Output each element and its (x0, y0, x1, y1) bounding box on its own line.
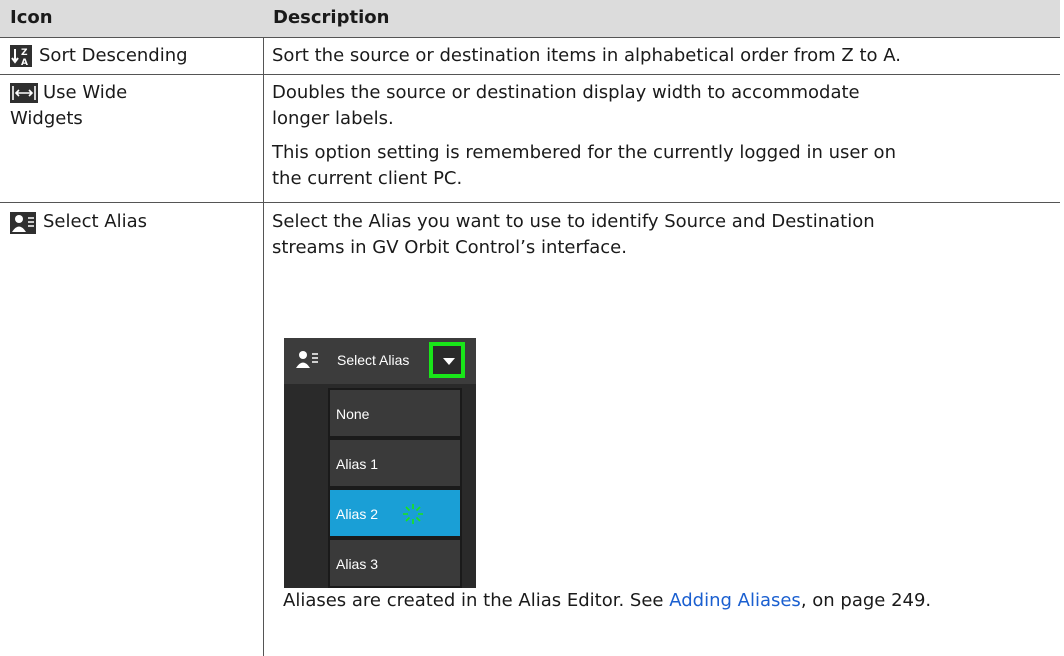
row-divider (0, 202, 1060, 203)
row-divider (0, 74, 1060, 75)
wide-widgets-icon (10, 83, 38, 103)
svg-text:Z: Z (21, 48, 28, 58)
row-description: This option setting is remembered for th… (272, 142, 896, 163)
row-description: the current client PC. (272, 168, 463, 189)
row-description: Select the Alias you want to use to iden… (272, 211, 875, 232)
footer-text: Aliases are created in the Alias Editor.… (283, 590, 670, 611)
row-description: streams in GV Orbit Control’s interface. (272, 237, 627, 258)
dropdown-option[interactable]: Alias 3 (328, 538, 462, 588)
row-footer-note: Aliases are created in the Alias Editor.… (283, 586, 931, 615)
row-description: Doubles the source or destination displa… (272, 82, 860, 103)
select-alias-icon (10, 212, 36, 234)
column-divider (263, 37, 264, 656)
table-header: Icon Description (0, 0, 1060, 37)
select-alias-icon (294, 348, 320, 370)
click-indicator-icon (402, 503, 424, 528)
row-description: Sort the source or destination items in … (272, 45, 901, 66)
chevron-down-icon[interactable] (429, 342, 465, 378)
footer-text: , on page 249. (800, 590, 932, 611)
header-icon: Icon (10, 7, 53, 28)
row-label: Use Wide (43, 82, 128, 103)
dropdown-selected-label: Select Alias (337, 352, 410, 368)
row-label: Widgets (10, 108, 83, 129)
sort-descending-icon: Z A (10, 45, 32, 67)
dropdown-option-active[interactable]: Alias 2 (328, 488, 462, 538)
adding-aliases-link[interactable]: Adding Aliases (669, 590, 801, 611)
row-label: Select Alias (43, 211, 147, 232)
dropdown-toolbar: Select Alias (284, 338, 476, 384)
dropdown-option[interactable]: Alias 1 (328, 438, 462, 488)
row-description: longer labels. (272, 108, 394, 129)
alias-dropdown-figure: Select Alias None Alias 1 Alias 2 Alias … (284, 338, 476, 588)
header-divider (0, 37, 1060, 38)
header-description: Description (273, 7, 390, 28)
dropdown-option[interactable]: None (328, 388, 462, 438)
row-label: Sort Descending (39, 45, 188, 66)
svg-text:A: A (21, 58, 28, 67)
